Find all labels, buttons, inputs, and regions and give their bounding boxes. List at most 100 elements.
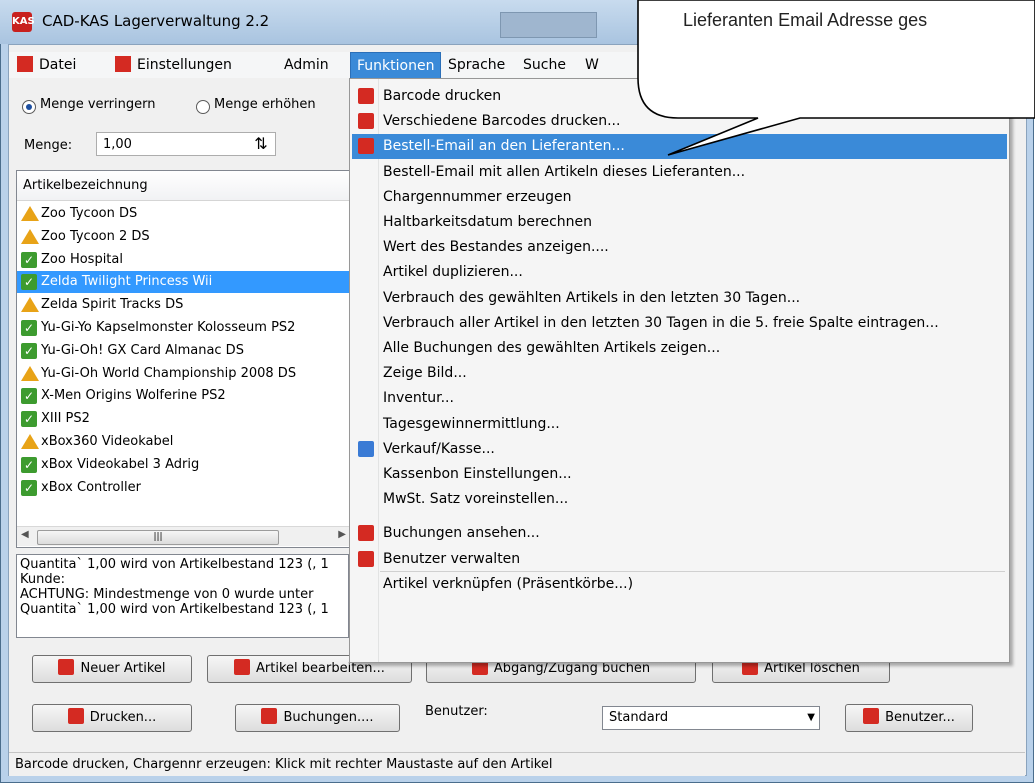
menu-item[interactable]: Verbrauch aller Artikel in den letzten 3…: [352, 311, 1007, 336]
menu-label: W: [585, 57, 599, 73]
menu-item[interactable]: Benutzer verwalten: [352, 547, 1007, 572]
list-item[interactable]: Yu-Gi-Oh World Championship 2008 DS: [17, 363, 350, 385]
list-item-label: Zoo Hospital: [41, 251, 123, 267]
log-panel: Quantita` 1,00 wird von Artikelbestand 1…: [16, 554, 349, 638]
quantity-label: Menge:: [24, 138, 73, 153]
menu-item[interactable]: Barcode drucken: [352, 84, 1007, 109]
menu-item[interactable]: Verschiedene Barcodes drucken...: [352, 109, 1007, 134]
list-item[interactable]: ✓ Yu-Gi-Yo Kapselmonster Kolosseum PS2: [17, 317, 350, 339]
users-icon: [863, 708, 880, 724]
radio-decrease-label: Menge verringern: [40, 97, 156, 112]
list-item[interactable]: ✓ Zoo Hospital: [17, 249, 350, 271]
radio-increase-label: Menge erhöhen: [214, 97, 316, 112]
list-item[interactable]: Zelda Spirit Tracks DS: [17, 294, 350, 316]
warning-icon: [21, 365, 39, 381]
menu-item[interactable]: Bestell-Email an den Lieferanten...: [352, 134, 1007, 160]
menu-item[interactable]: Artikel duplizieren...: [352, 260, 1007, 285]
email-icon: [358, 138, 374, 155]
list-item-label: xBox360 Videokabel: [41, 434, 174, 449]
app-logo-icon: KAS: [12, 12, 35, 32]
printer-icon: [358, 88, 374, 104]
article-list[interactable]: Artikelbezeichnung Zoo Tycoon DS Zoo Tyco…: [16, 170, 351, 548]
menu-separator: [380, 571, 1005, 572]
window-title: CAD-KAS Lagerverwaltung 2.2: [42, 12, 270, 30]
menu-label: Einstellungen: [137, 57, 232, 73]
bookings-button[interactable]: Buchungen....: [235, 704, 400, 732]
menu-admin[interactable]: Admin: [278, 52, 335, 78]
menu-sprache[interactable]: Sprache: [442, 52, 511, 78]
menu-item[interactable]: Verkauf/Kasse...: [352, 437, 1007, 462]
check-icon: ✓: [21, 342, 37, 359]
menu-item[interactable]: Zeige Bild...: [352, 361, 1007, 386]
user-select-value: Standard: [609, 710, 669, 725]
save-icon: [17, 56, 33, 72]
menu-item-label: Tagesgewinnermittlung...: [383, 415, 560, 432]
user-label: Benutzer:: [425, 704, 488, 719]
user-select[interactable]: Standard ▼: [602, 706, 820, 730]
list-item[interactable]: ✓ Yu-Gi-Oh! GX Card Almanac DS: [17, 340, 350, 362]
menu-more[interactable]: W: [579, 52, 605, 78]
menu-item[interactable]: MwSt. Satz voreinstellen...: [352, 487, 1007, 512]
menu-item[interactable]: Kassenbon Einstellungen...: [352, 462, 1007, 487]
menu-item[interactable]: Alle Buchungen des gewählten Artikels ze…: [352, 336, 1007, 361]
check-icon: ✓: [21, 411, 37, 428]
list-item[interactable]: Zoo Tycoon DS: [17, 203, 350, 225]
menu-item[interactable]: Inventur...: [352, 386, 1007, 411]
menu-item-label: Chargennummer erzeugen: [383, 188, 572, 205]
menu-label: Suche: [523, 57, 566, 73]
menu-item[interactable]: Wert des Bestandes anzeigen....: [352, 235, 1007, 260]
list-item-label: Zelda Spirit Tracks DS: [41, 297, 184, 313]
menu-item[interactable]: Artikel verknüpfen (Präsentkörbe...): [352, 572, 1007, 597]
menu-item-label: Bestell-Email mit allen Artikeln dieses …: [383, 163, 746, 180]
menu-item[interactable]: Buchungen ansehen...: [352, 521, 1007, 546]
printer-icon: [67, 708, 84, 724]
list-item[interactable]: ✓ X-Men Origins Wolferine PS2: [17, 385, 350, 407]
menu-suche[interactable]: Suche: [517, 52, 572, 78]
menu-item-label: Barcode drucken: [383, 88, 502, 104]
list-item[interactable]: Zoo Tycoon 2 DS: [17, 226, 350, 248]
quantity-input[interactable]: 1,00: [96, 132, 276, 156]
button-label: Artikel löschen: [764, 661, 860, 676]
warning-icon: [21, 434, 39, 449]
check-icon: ✓: [21, 251, 37, 268]
scroll-left-icon[interactable]: ◀: [21, 529, 29, 540]
menu-einstellungen[interactable]: Einstellungen: [109, 52, 238, 78]
users-button[interactable]: Benutzer...: [845, 704, 973, 732]
menu-item-label: Artikel duplizieren...: [383, 264, 523, 281]
horizontal-scrollbar[interactable]: ◀ ||| ▶: [17, 526, 350, 546]
list-item-label: Yu-Gi-Oh World Championship 2008 DS: [41, 365, 297, 381]
list-item[interactable]: ✓ XIII PS2: [17, 408, 350, 430]
menu-item[interactable]: Bestell-Email mit allen Artikeln dieses …: [352, 160, 1007, 185]
menu-label: Datei: [39, 57, 77, 73]
menu-item-label: MwSt. Satz voreinstellen...: [383, 491, 569, 508]
edit-icon: [234, 659, 251, 675]
spin-updown-icon[interactable]: ⇅: [250, 134, 272, 154]
print-button[interactable]: Drucken...: [32, 704, 192, 732]
menu-item[interactable]: Verbrauch des gewählten Artikels in den …: [352, 286, 1007, 311]
list-item-label: xBox Controller: [41, 479, 141, 495]
button-label: Buchungen....: [283, 710, 374, 725]
column-header-article[interactable]: Artikelbezeichnung: [17, 171, 350, 201]
list-item[interactable]: ✓ Zelda Twilight Princess Wii: [17, 271, 350, 294]
menu-item[interactable]: Chargennummer erzeugen: [352, 185, 1007, 210]
menu-datei[interactable]: Datei: [11, 52, 82, 78]
menu-item-label: Benutzer verwalten: [383, 550, 521, 567]
menu-funktionen[interactable]: Funktionen: [350, 52, 442, 80]
menu-item-label: Zeige Bild...: [383, 365, 467, 382]
list-item[interactable]: xBox360 Videokabel: [17, 431, 350, 453]
menu-item[interactable]: Haltbarkeitsdatum berechnen: [352, 210, 1007, 235]
radio-increase[interactable]: [196, 100, 210, 114]
list-item[interactable]: ✓ xBox Videokabel 3 Adrig: [17, 454, 350, 476]
menu-item-label: Verbrauch des gewählten Artikels in den …: [383, 289, 801, 306]
list-item[interactable]: ✓ xBox Controller: [17, 477, 350, 499]
menu-item-label: Wert des Bestandes anzeigen....: [383, 239, 609, 256]
radio-decrease[interactable]: [22, 100, 36, 114]
scrollbar-thumb[interactable]: |||: [37, 530, 279, 545]
background-window-tab: [500, 12, 597, 38]
menu-label: Sprache: [448, 57, 506, 73]
check-icon: ✓: [21, 456, 37, 473]
scroll-right-icon[interactable]: ▶: [338, 529, 346, 540]
new-article-button[interactable]: Neuer Artikel: [32, 655, 192, 683]
menu-item[interactable]: Tagesgewinnermittlung...: [352, 412, 1007, 437]
list-item-label: Yu-Gi-Yo Kapselmonster Kolosseum PS2: [41, 320, 296, 335]
